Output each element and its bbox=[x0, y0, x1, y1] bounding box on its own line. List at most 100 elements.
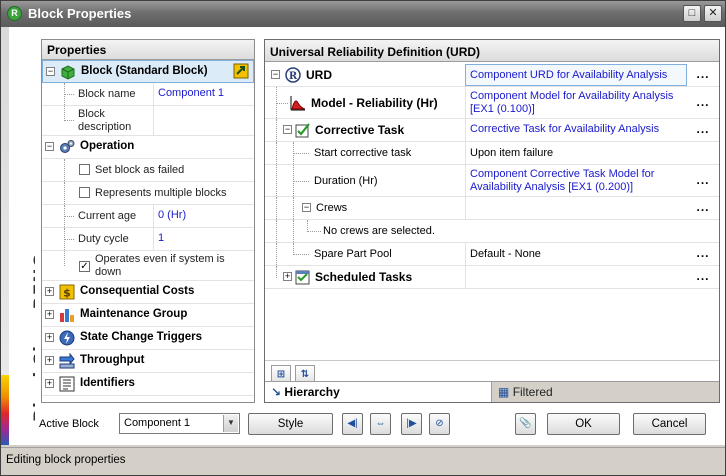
urd-header: Universal Reliability Definition (URD) bbox=[265, 40, 719, 62]
category-maintenance-group[interactable]: + Maintenance Group bbox=[42, 304, 254, 327]
operates-down-label: Operates even if system is down bbox=[95, 253, 250, 279]
current-age-row[interactable]: Current age 0 (Hr) bbox=[42, 205, 254, 228]
cube-icon bbox=[60, 64, 76, 80]
tab-filtered[interactable]: ▦ Filtered bbox=[491, 382, 719, 403]
operates-down-row[interactable]: ✓ Operates even if system is down bbox=[42, 251, 254, 281]
tree-line bbox=[64, 120, 74, 121]
attach-button[interactable]: 📎 bbox=[515, 413, 536, 435]
style-button[interactable]: Style bbox=[248, 413, 333, 435]
start-corrective-task-row[interactable]: Start corrective task Upon item failure bbox=[265, 142, 719, 165]
expand-icon[interactable]: + bbox=[45, 287, 54, 296]
scheduled-tasks-ellipsis-button[interactable]: ... bbox=[687, 266, 719, 288]
collapse-icon[interactable]: − bbox=[283, 125, 292, 134]
spare-part-pool-label: Spare Part Pool bbox=[314, 248, 392, 260]
category-maintenance-group-label: Maintenance Group bbox=[80, 308, 187, 320]
category-block[interactable]: − Block (Standard Block) bbox=[42, 60, 254, 83]
tree-line bbox=[64, 159, 65, 181]
block-name-label: Block name bbox=[78, 88, 135, 101]
tree-line bbox=[276, 142, 277, 164]
corrective-task-ellipsis-button[interactable]: ... bbox=[687, 119, 719, 141]
urd-icon: R bbox=[285, 67, 301, 83]
model-label: Model - Reliability (Hr) bbox=[311, 96, 438, 110]
filter-icon: ▦ bbox=[498, 385, 509, 399]
move-up-icon: ⇅ bbox=[301, 369, 309, 380]
current-age-value[interactable]: 0 (Hr) bbox=[153, 205, 186, 227]
category-state-change-triggers[interactable]: + State Change Triggers bbox=[42, 327, 254, 350]
restore-button[interactable]: □ bbox=[683, 5, 701, 22]
next-block-icon: |▶ bbox=[406, 418, 416, 429]
corrective-task-value[interactable]: Corrective Task for Availability Analysi… bbox=[465, 119, 687, 141]
block-name-value[interactable]: Component 1 bbox=[153, 83, 224, 105]
scheduled-tasks-row[interactable]: + Scheduled Tasks ... bbox=[265, 266, 719, 289]
duty-cycle-label: Duty cycle bbox=[78, 233, 129, 246]
duration-value[interactable]: Component Corrective Task Model for Avai… bbox=[465, 165, 687, 196]
chevron-down-icon[interactable]: ▼ bbox=[223, 415, 238, 432]
first-block-icon: ◀| bbox=[347, 418, 357, 429]
start-corrective-task-value[interactable]: Upon item failure bbox=[465, 142, 687, 164]
cancel-button[interactable]: Cancel bbox=[633, 413, 706, 435]
tree-line bbox=[293, 181, 309, 182]
spare-part-pool-row[interactable]: Spare Part Pool Default - None ... bbox=[265, 243, 719, 266]
content-area: Properties − Block (Standard Block) Bloc… bbox=[35, 27, 725, 445]
expand-icon[interactable]: + bbox=[45, 356, 54, 365]
next-block-button[interactable]: |▶ bbox=[401, 413, 422, 435]
crews-value[interactable] bbox=[465, 197, 687, 219]
select-block-button[interactable]: ⇔ bbox=[370, 413, 391, 435]
expand-icon[interactable]: + bbox=[283, 272, 292, 281]
scheduled-tasks-value[interactable] bbox=[465, 266, 687, 288]
multiple-blocks-checkbox[interactable] bbox=[79, 187, 90, 198]
reset-block-button[interactable]: ⊘ bbox=[429, 413, 450, 435]
svg-text:R: R bbox=[289, 71, 298, 82]
category-throughput[interactable]: + Throughput bbox=[42, 350, 254, 373]
operates-down-checkbox[interactable]: ✓ bbox=[79, 261, 90, 272]
current-age-label: Current age bbox=[78, 210, 136, 223]
link-icon[interactable] bbox=[233, 63, 249, 79]
category-consequential-costs[interactable]: + $ Consequential Costs bbox=[42, 281, 254, 304]
tab-filtered-label: Filtered bbox=[513, 385, 553, 399]
block-description-value[interactable] bbox=[153, 106, 158, 135]
brand-color-strip bbox=[1, 375, 9, 445]
model-row[interactable]: Model - Reliability (Hr) Component Model… bbox=[265, 87, 719, 119]
tab-hierarchy-label: Hierarchy bbox=[284, 385, 339, 399]
urd-root-label: URD bbox=[306, 68, 332, 82]
collapse-icon[interactable]: − bbox=[46, 67, 55, 76]
set-failed-row[interactable]: Set block as failed bbox=[42, 159, 254, 182]
title-bar[interactable]: R Block Properties □ ✕ bbox=[1, 1, 725, 27]
expand-icon[interactable]: + bbox=[45, 333, 54, 342]
tab-hierarchy[interactable]: ↘ Hierarchy bbox=[265, 382, 491, 403]
block-name-row[interactable]: Block name Component 1 bbox=[42, 83, 254, 106]
ok-button[interactable]: OK bbox=[547, 413, 620, 435]
category-operation[interactable]: − Operation bbox=[42, 136, 254, 159]
active-block-select[interactable]: Component 1 ▼ bbox=[119, 413, 240, 434]
expand-icon[interactable]: + bbox=[45, 379, 54, 388]
duration-ellipsis-button[interactable]: ... bbox=[687, 165, 719, 196]
app-logo-icon: R bbox=[7, 6, 22, 21]
expand-icon[interactable]: + bbox=[45, 310, 54, 319]
multiple-blocks-row[interactable]: Represents multiple blocks bbox=[42, 182, 254, 205]
crews-label: Crews bbox=[316, 202, 347, 214]
duty-cycle-value[interactable]: 1 bbox=[153, 228, 164, 250]
spare-part-pool-value[interactable]: Default - None bbox=[465, 243, 687, 265]
corrective-task-row[interactable]: − Corrective Task Corrective Task for Av… bbox=[265, 119, 719, 142]
category-identifiers[interactable]: + Identifiers bbox=[42, 373, 254, 396]
crews-ellipsis-button[interactable]: ... bbox=[687, 197, 719, 219]
duty-cycle-row[interactable]: Duty cycle 1 bbox=[42, 228, 254, 251]
urd-root-value[interactable]: Component URD for Availability Analysis bbox=[465, 64, 687, 86]
model-icon bbox=[290, 95, 306, 111]
model-value[interactable]: Component Model for Availability Analysi… bbox=[465, 87, 687, 118]
crews-row[interactable]: − Crews ... bbox=[265, 197, 719, 220]
close-button[interactable]: ✕ bbox=[704, 5, 722, 22]
duration-row[interactable]: Duration (Hr) Component Corrective Task … bbox=[265, 165, 719, 197]
collapse-icon[interactable]: − bbox=[271, 70, 280, 79]
corrective-task-icon bbox=[295, 122, 311, 138]
first-block-button[interactable]: ◀| bbox=[342, 413, 363, 435]
spare-part-pool-ellipsis-button[interactable]: ... bbox=[687, 243, 719, 265]
model-ellipsis-button[interactable]: ... bbox=[687, 87, 719, 118]
urd-root-ellipsis-button[interactable]: ... bbox=[687, 64, 719, 86]
collapse-icon[interactable]: − bbox=[45, 142, 54, 151]
set-failed-checkbox[interactable] bbox=[79, 164, 90, 175]
collapse-icon[interactable]: − bbox=[302, 203, 311, 212]
block-description-row[interactable]: Block description bbox=[42, 106, 254, 136]
panel-splitter[interactable] bbox=[257, 39, 263, 403]
urd-root-row[interactable]: − R URD Component URD for Availability A… bbox=[265, 64, 719, 87]
